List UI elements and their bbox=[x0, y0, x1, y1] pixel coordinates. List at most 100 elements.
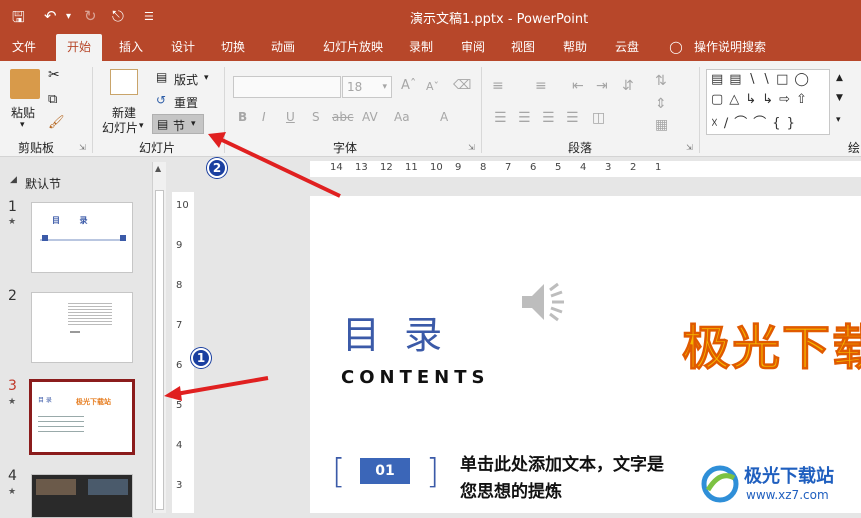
scroll-thumb[interactable] bbox=[155, 190, 164, 510]
shapes-scroll-up-icon[interactable]: ▲ bbox=[836, 73, 843, 83]
item-text-line2[interactable]: 您思想的提炼 bbox=[460, 477, 562, 502]
hruler-label: 7 bbox=[505, 162, 512, 173]
vruler-label: 7 bbox=[176, 320, 183, 331]
paragraph-launcher-icon[interactable]: ⇲ bbox=[686, 143, 693, 152]
tab-transitions[interactable]: 切换 bbox=[212, 34, 254, 61]
new-slide-label-2[interactable]: 幻灯片 bbox=[102, 119, 138, 136]
font-color-icon[interactable]: A bbox=[440, 110, 448, 124]
annotation-badge-2: 2 bbox=[207, 158, 227, 178]
tab-record[interactable]: 录制 bbox=[400, 34, 442, 61]
slide-thumbnail-panel: ◢ 默认节 1 ★ 目 录 2 3 ★ 目 录 极光下载站 4 ★ bbox=[0, 158, 167, 518]
tab-insert[interactable]: 插入 bbox=[110, 34, 152, 61]
tab-cloud[interactable]: 云盘 bbox=[606, 34, 648, 61]
font-size-value: 18 bbox=[347, 80, 363, 94]
decrease-indent-icon[interactable]: ⇤ bbox=[572, 78, 584, 94]
section-button[interactable]: ▤ 节 ▾ bbox=[152, 114, 204, 134]
align-center-icon[interactable]: ☰ bbox=[518, 110, 531, 126]
speaker-icon[interactable] bbox=[520, 282, 566, 322]
shapes-scroll-down-icon[interactable]: ▼ bbox=[836, 93, 843, 103]
paste-button[interactable]: 粘贴 bbox=[11, 104, 35, 121]
group-label-drawing: 绘 bbox=[848, 141, 861, 155]
slide-thumbnail-4[interactable] bbox=[31, 474, 133, 518]
clipboard-launcher-icon[interactable]: ⇲ bbox=[79, 143, 86, 152]
section-collapse-icon[interactable]: ◢ bbox=[10, 175, 17, 185]
align-left-icon[interactable]: ☰ bbox=[494, 110, 507, 126]
brand-text[interactable]: 极光下载 bbox=[681, 308, 861, 378]
layout-dropdown-icon[interactable]: ▾ bbox=[204, 73, 209, 83]
align-right-icon[interactable]: ☰ bbox=[542, 110, 555, 126]
watermark-name: 极光下载站 bbox=[744, 466, 834, 487]
bullets-icon[interactable]: ≡ bbox=[492, 78, 504, 94]
tell-me-search[interactable]: 操作说明搜索 bbox=[690, 34, 770, 61]
ribbon: 粘贴 ▾ ✂ ⧉ 🖌 剪贴板 ⇲ 新建 幻灯片 ▾ ▤ 版式 ▾ ↺ 重置 ▤ … bbox=[0, 61, 861, 157]
tab-review[interactable]: 审阅 bbox=[452, 34, 494, 61]
tab-view[interactable]: 视图 bbox=[502, 34, 544, 61]
section-name[interactable]: 默认节 bbox=[25, 175, 61, 192]
strikethrough-icon[interactable]: abc bbox=[332, 110, 354, 124]
font-name-combo[interactable] bbox=[233, 76, 341, 98]
justify-icon[interactable]: ☰ bbox=[566, 110, 579, 126]
shapes-more-icon[interactable]: ▾ bbox=[836, 115, 841, 125]
vruler-label: 9 bbox=[176, 240, 183, 251]
increase-indent-icon[interactable]: ⇥ bbox=[596, 78, 608, 94]
tab-home[interactable]: 开始 bbox=[56, 34, 102, 61]
smartart-icon[interactable]: ▦ bbox=[655, 117, 668, 133]
vruler-label: 5 bbox=[176, 400, 183, 411]
slide-star-3: ★ bbox=[8, 397, 17, 407]
grow-font-icon[interactable]: Aˆ bbox=[401, 78, 416, 93]
slide-number-1: 1 bbox=[8, 199, 17, 215]
columns-icon[interactable]: ◫ bbox=[592, 110, 605, 126]
slide-title[interactable]: 目 录 bbox=[342, 304, 448, 359]
shapes-row-3[interactable]: ☓∕⌒⌒{} bbox=[711, 112, 801, 131]
italic-icon[interactable]: I bbox=[262, 110, 266, 124]
slide-star-4: ★ bbox=[8, 487, 17, 497]
shapes-row-2[interactable]: ▢△↳↳⇨⇧ bbox=[711, 92, 813, 107]
cut-icon[interactable]: ✂ bbox=[48, 67, 60, 83]
font-launcher-icon[interactable]: ⇲ bbox=[468, 143, 475, 152]
layout-button[interactable]: 版式 bbox=[174, 71, 198, 88]
line-spacing-icon[interactable]: ⇵ bbox=[622, 78, 634, 94]
tab-animations[interactable]: 动画 bbox=[262, 34, 304, 61]
shrink-font-icon[interactable]: Aˇ bbox=[426, 80, 439, 93]
char-spacing-icon[interactable]: AV bbox=[362, 110, 378, 124]
shapes-row-1[interactable]: ▤▤∖∖□◯ bbox=[711, 72, 815, 87]
tab-help[interactable]: 帮助 bbox=[554, 34, 596, 61]
tab-slideshow[interactable]: 幻灯片放映 bbox=[316, 34, 390, 61]
change-case-icon[interactable]: Aa bbox=[394, 110, 410, 124]
text-direction-icon[interactable]: ⇅ bbox=[655, 73, 667, 89]
thumbnail-scrollbar[interactable]: ▲ bbox=[152, 162, 166, 513]
hruler-label: 12 bbox=[380, 162, 393, 173]
bracket-left: [ bbox=[332, 452, 346, 492]
new-slide-icon[interactable] bbox=[110, 69, 138, 95]
ribbon-tabs: 文件 开始 插入 设计 切换 动画 幻灯片放映 录制 审阅 视图 帮助 云盘 ◯… bbox=[0, 34, 861, 61]
reset-button[interactable]: 重置 bbox=[174, 94, 198, 111]
clear-format-icon[interactable]: ⌫ bbox=[453, 78, 471, 93]
slide-subtitle[interactable]: CONTENTS bbox=[341, 367, 489, 388]
item-number-badge[interactable]: 01 bbox=[360, 458, 410, 484]
paste-icon[interactable] bbox=[10, 69, 40, 99]
numbering-icon[interactable]: ≡ bbox=[535, 78, 547, 94]
slide-thumbnail-1[interactable]: 目 录 bbox=[31, 202, 133, 273]
shapes-gallery[interactable]: ▤▤∖∖□◯ ▢△↳↳⇨⇧ ☓∕⌒⌒{} bbox=[706, 69, 830, 135]
font-size-dropdown-icon: ▾ bbox=[382, 82, 387, 92]
paste-dropdown-icon[interactable]: ▾ bbox=[20, 120, 25, 130]
slide-thumbnail-3[interactable]: 目 录 极光下载站 bbox=[29, 379, 135, 455]
layout-icon: ▤ bbox=[156, 70, 168, 84]
slide-star-1: ★ bbox=[8, 217, 17, 227]
lightbulb-icon: ◯ bbox=[669, 40, 683, 54]
scroll-up-icon[interactable]: ▲ bbox=[155, 164, 161, 173]
slide-thumbnail-2[interactable] bbox=[31, 292, 133, 363]
hruler-label: 2 bbox=[630, 162, 637, 173]
format-painter-icon[interactable]: 🖌 bbox=[48, 115, 65, 130]
tab-file[interactable]: 文件 bbox=[0, 34, 48, 61]
align-text-icon[interactable]: ⇕ bbox=[655, 96, 667, 112]
bold-icon[interactable]: B bbox=[238, 110, 247, 124]
underline-icon[interactable]: U bbox=[286, 110, 295, 124]
item-text-line1[interactable]: 单击此处添加文本，文字是 bbox=[460, 450, 664, 475]
hruler-label: 1 bbox=[655, 162, 662, 173]
tab-design[interactable]: 设计 bbox=[162, 34, 204, 61]
copy-icon[interactable]: ⧉ bbox=[48, 92, 57, 107]
new-slide-dropdown-icon[interactable]: ▾ bbox=[139, 121, 144, 131]
shadow-icon[interactable]: S bbox=[312, 110, 320, 124]
font-size-combo[interactable]: 18 ▾ bbox=[342, 76, 392, 98]
